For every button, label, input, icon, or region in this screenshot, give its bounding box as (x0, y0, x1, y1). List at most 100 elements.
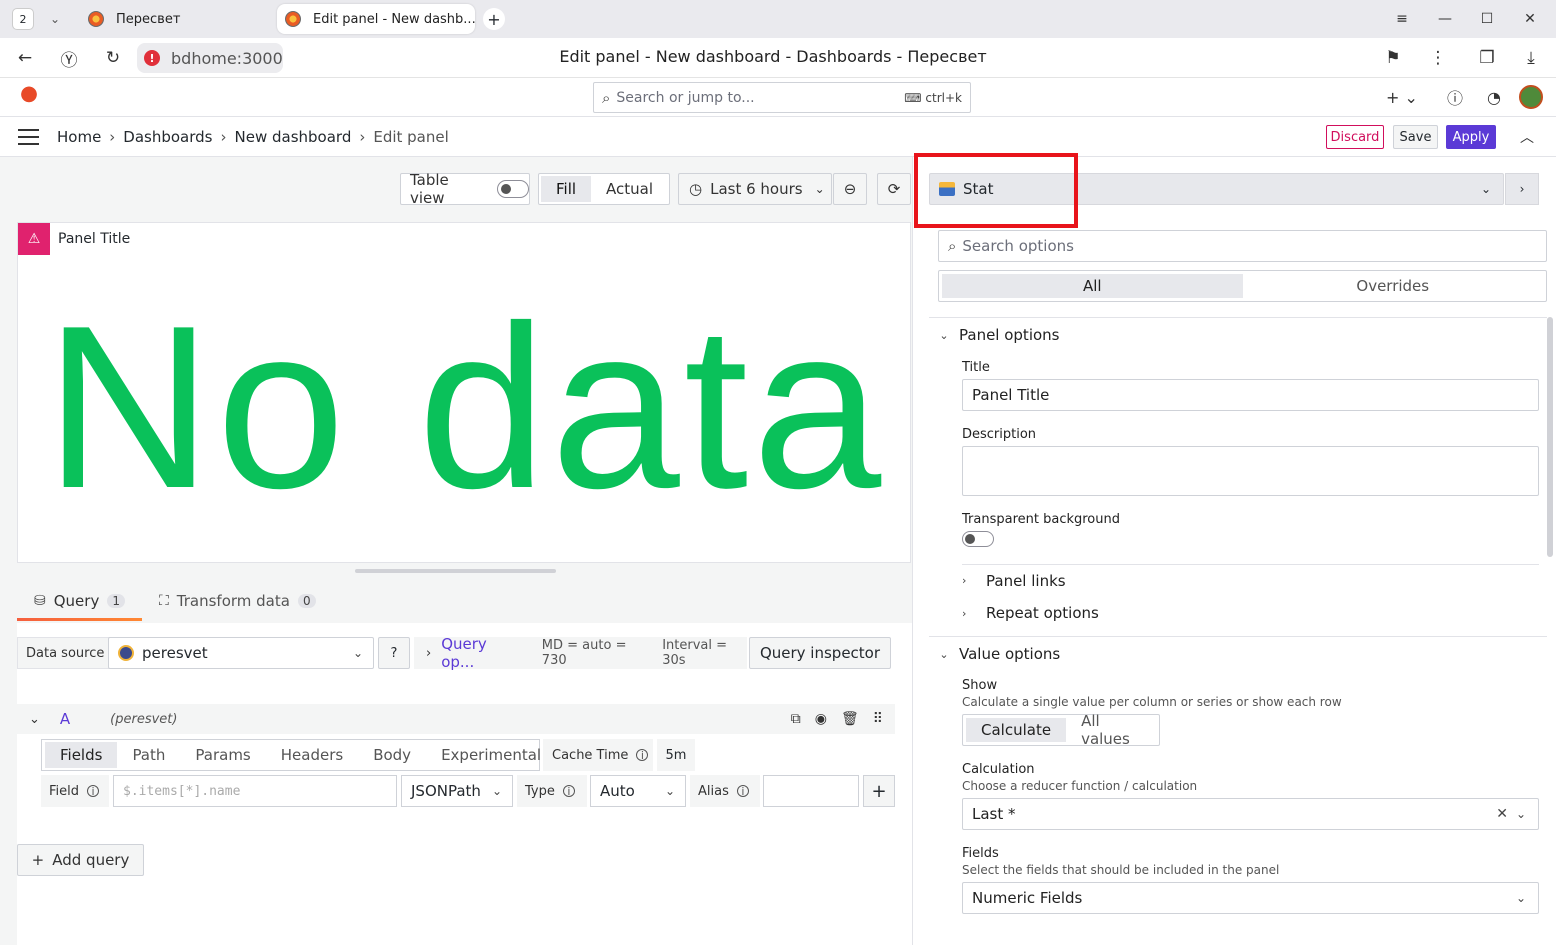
refresh-button[interactable]: ⟳ (877, 173, 911, 205)
query-options-link[interactable]: Query op... (441, 635, 518, 671)
warning-icon[interactable]: ⚠ (18, 223, 50, 255)
info-icon[interactable]: i (736, 785, 749, 798)
sidepanel-icon[interactable]: ❐ (1474, 46, 1500, 70)
back-icon[interactable]: ← (12, 46, 38, 70)
fill-option[interactable]: Fill (541, 176, 592, 202)
minimize-icon[interactable]: — (1433, 8, 1457, 30)
new-menu-icon[interactable]: + ⌄ (1385, 86, 1419, 108)
apply-button[interactable]: Apply (1446, 125, 1496, 149)
table-view-switch[interactable] (497, 180, 529, 198)
browser-tab-2[interactable]: Edit panel - New dashb... (277, 4, 475, 34)
breadcrumb-new-dashboard[interactable]: New dashboard (235, 128, 352, 146)
time-range-label: Last 6 hours (710, 180, 803, 198)
breadcrumb-dashboards[interactable]: Dashboards (123, 128, 212, 146)
tab-experimental[interactable]: Experimental (426, 742, 556, 768)
news-icon[interactable]: ◔ (1483, 86, 1505, 108)
search-options-input[interactable]: ⌕ Search options (938, 230, 1547, 262)
query-inspector-button[interactable]: Query inspector (749, 637, 891, 669)
grafana-top-bar: ⌕ Search or jump to... ⌨ ctrl+k + ⌄ ⓘ ◔ (0, 78, 1556, 117)
app-logo-icon[interactable] (18, 84, 40, 110)
pane-resize-handle[interactable] (355, 569, 556, 573)
all-values-option[interactable]: All values (1066, 712, 1156, 748)
info-icon[interactable]: i (636, 749, 649, 762)
tab-list-chevron-icon[interactable]: ⌄ (44, 8, 66, 30)
query-row-header[interactable]: ⌄ A (peresvet) ⧉ ◉ 🗑 ⠿ (17, 704, 895, 734)
cache-time-value[interactable]: 5m (657, 739, 695, 771)
transparent-toggle[interactable] (962, 531, 994, 547)
tab-path[interactable]: Path (117, 742, 180, 768)
url-field[interactable]: ! bdhome:3000 (137, 43, 283, 73)
duplicate-icon[interactable]: ⧉ (791, 711, 801, 727)
breadcrumb-home[interactable]: Home (57, 128, 101, 146)
tab-fields[interactable]: Fields (45, 742, 118, 768)
table-view-toggle[interactable]: Table view (400, 171, 530, 207)
chevron-down-icon[interactable]: ⌄ (29, 712, 40, 727)
value-options-header[interactable]: ⌄ Value options (929, 637, 1060, 671)
repeat-options-header[interactable]: › Repeat options (962, 597, 1539, 629)
calculation-select[interactable]: Last * ✕ ⌄ (962, 798, 1539, 830)
type-select[interactable]: Auto ⌄ (590, 775, 686, 807)
chevron-right-icon[interactable]: › (1505, 173, 1539, 205)
tab-body[interactable]: Body (358, 742, 426, 768)
download-icon[interactable]: ⤓ (1518, 46, 1544, 70)
search-placeholder: Search or jump to... (616, 89, 755, 106)
calculation-label: Calculation (962, 762, 1035, 777)
bookmark-icon[interactable]: ⚑ (1380, 46, 1406, 70)
options-scrollbar[interactable] (1547, 317, 1553, 557)
close-icon[interactable]: ✕ (1518, 8, 1542, 30)
add-query-button[interactable]: + Add query (17, 844, 144, 876)
search-icon: ⌕ (948, 237, 957, 255)
help-icon[interactable]: ⓘ (1444, 86, 1466, 108)
tab-headers[interactable]: Headers (266, 742, 358, 768)
menu-icon[interactable] (18, 129, 39, 145)
info-icon[interactable]: i (87, 785, 100, 798)
chevron-up-icon[interactable]: ︿ (1520, 127, 1534, 147)
data-source-select[interactable]: peresvet ⌄ (108, 637, 374, 669)
browser-menu-icon[interactable]: ≡ (1390, 8, 1414, 30)
more-icon[interactable]: ⋮ (1425, 46, 1451, 70)
query-sub-tabs: Fields Path Params Headers Body Experime… (41, 739, 541, 771)
actual-option[interactable]: Actual (591, 176, 668, 202)
time-range-picker[interactable]: ◷ Last 6 hours ⌄ (678, 173, 832, 205)
add-field-button[interactable]: + (863, 775, 895, 807)
tab-overrides[interactable]: Overrides (1243, 274, 1544, 298)
cache-time-label: Cache Time i (543, 739, 653, 771)
alias-input[interactable] (763, 775, 859, 807)
search-input[interactable]: ⌕ Search or jump to... ⌨ ctrl+k (593, 82, 971, 113)
zoom-out-button[interactable]: ⊖ (833, 173, 867, 205)
breadcrumb-separator-icon: › (109, 128, 116, 146)
reload-icon[interactable]: ↻ (100, 46, 126, 70)
query-options[interactable]: › Query op... MD = auto = 730 Interval =… (414, 635, 747, 671)
tab-all[interactable]: All (942, 274, 1243, 298)
trash-icon[interactable]: 🗑 (841, 711, 859, 727)
browser-tab-1[interactable]: Пересвет (80, 4, 270, 34)
insecure-warning-icon[interactable]: ! (141, 47, 163, 69)
new-tab-icon[interactable]: + (483, 8, 505, 30)
save-button[interactable]: Save (1393, 125, 1438, 149)
maximize-icon[interactable]: ☐ (1475, 8, 1499, 30)
tab-query[interactable]: ⛁ Query 1 (17, 581, 142, 621)
field-label-text: Field (49, 783, 80, 799)
panel-options-header[interactable]: ⌄ Panel options (929, 318, 1059, 352)
calculate-option[interactable]: Calculate (966, 718, 1067, 742)
field-type-select[interactable]: JSONPath ⌄ (401, 775, 513, 807)
panel-links-title: Panel links (986, 571, 1066, 590)
eye-icon[interactable]: ◉ (815, 711, 827, 727)
fields-select[interactable]: Numeric Fields ⌄ (962, 882, 1539, 914)
tab-params[interactable]: Params (180, 742, 265, 768)
tab-counter[interactable]: 2 (12, 8, 34, 30)
description-input[interactable] (962, 446, 1539, 496)
drag-handle-icon[interactable]: ⠿ (873, 711, 883, 727)
data-source-help-button[interactable]: ? (378, 637, 410, 669)
field-input[interactable]: $.items[*].name (113, 775, 397, 807)
query-ref-id[interactable]: A (60, 710, 70, 728)
clear-icon[interactable]: ✕ (1496, 806, 1508, 822)
query-interval: Interval = 30s (662, 638, 728, 668)
panel-links-header[interactable]: › Panel links (962, 564, 1539, 596)
avatar[interactable] (1519, 85, 1543, 109)
yandex-icon[interactable]: Ⓨ (56, 46, 82, 71)
tab-transform[interactable]: ⛶ Transform data 0 (142, 581, 333, 621)
title-input[interactable]: Panel Title (962, 379, 1539, 411)
discard-button[interactable]: Discard (1326, 125, 1384, 149)
info-icon[interactable]: i (562, 785, 575, 798)
